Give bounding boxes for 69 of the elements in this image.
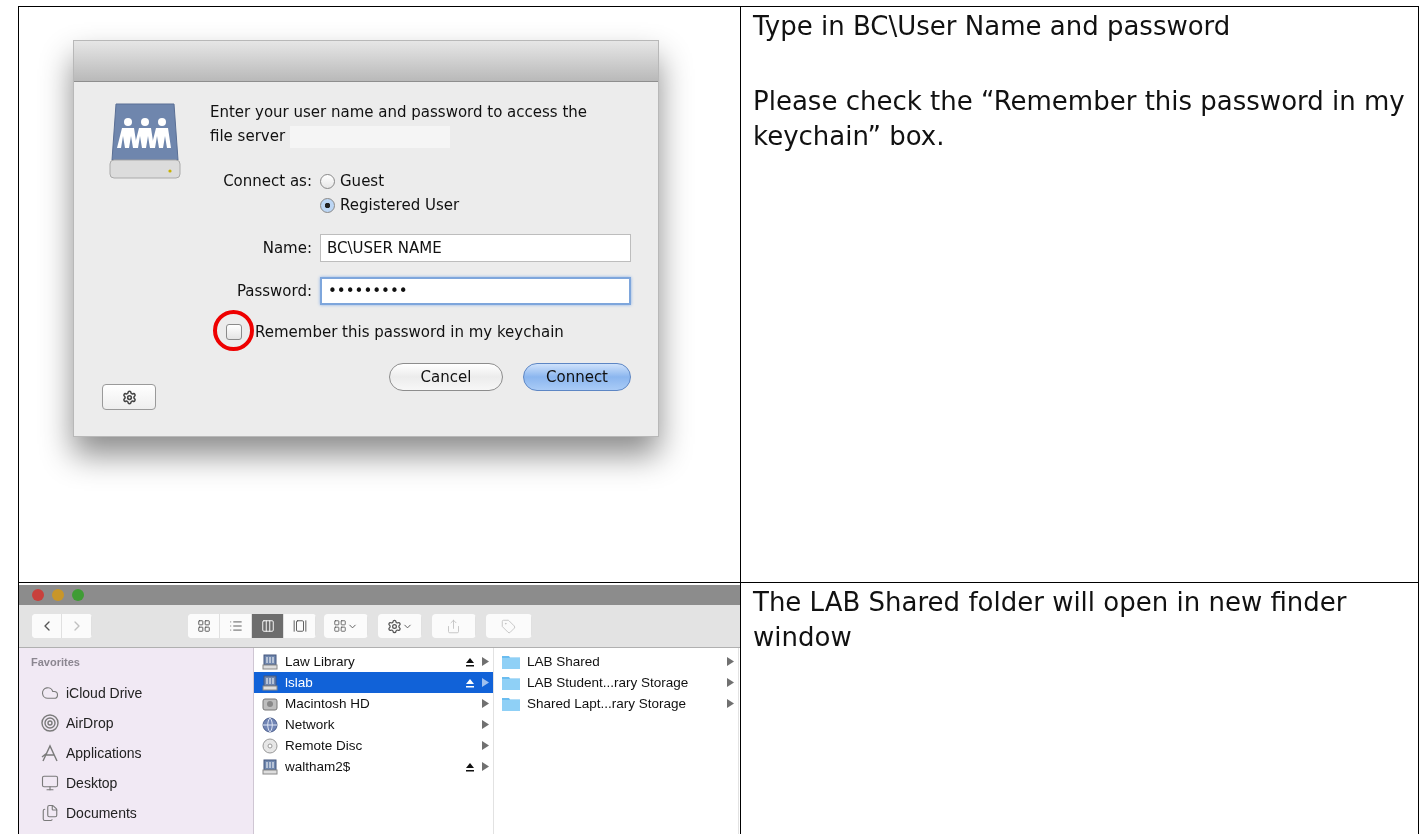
desktop-icon — [41, 774, 59, 792]
close-button[interactable] — [32, 589, 44, 601]
network-drive-icon — [108, 100, 182, 182]
sidebar-item[interactable]: Documents — [66, 805, 137, 821]
hard-drive-icon — [262, 695, 278, 712]
disclosure-arrow-icon — [482, 762, 489, 771]
instruction-text: The LAB Shared folder will open in new finder window — [753, 586, 1348, 654]
folder-icon — [502, 696, 520, 711]
cover-flow-icon — [292, 619, 307, 633]
radio-option[interactable]: Registered User — [320, 196, 460, 214]
gear-icon — [386, 618, 402, 634]
minimize-button[interactable] — [52, 589, 64, 601]
instruction-text: Please check the “Remember this password in my keychain” box. — [753, 85, 1406, 153]
documents-icon — [41, 804, 59, 822]
view-mode-button[interactable] — [188, 614, 220, 638]
disclosure-arrow-icon — [482, 657, 489, 666]
disclosure-arrow-icon — [482, 720, 489, 729]
dialog-message: Enter your user name and password to access the file server — [210, 100, 588, 148]
back-button[interactable] — [32, 614, 62, 638]
column-item[interactable]: Law Library — [254, 651, 493, 672]
connect-button[interactable]: Connect — [523, 363, 631, 391]
action-button[interactable] — [102, 384, 156, 410]
applications-icon — [41, 744, 59, 762]
checkbox[interactable] — [226, 324, 242, 340]
radio-option[interactable]: Guest — [320, 172, 385, 190]
field-label: Password: — [235, 282, 312, 300]
grid-icon — [333, 619, 347, 633]
column-item[interactable]: Network — [254, 714, 493, 735]
field-label: Name: — [261, 239, 312, 257]
sidebar-item[interactable]: Applications — [66, 745, 142, 761]
airdrop-icon — [41, 714, 59, 732]
connect-as-label: Connect as: — [222, 172, 312, 190]
checkbox-label: Remember this password in my keychain — [255, 323, 564, 341]
text-field[interactable]: ••••••••• — [320, 277, 631, 305]
view-mode-button[interactable] — [252, 614, 284, 638]
server-icon — [262, 653, 278, 670]
instruction-text: Type in BC\User Name and password — [753, 10, 1232, 43]
cancel-button[interactable]: Cancel — [389, 363, 503, 391]
server-icon — [262, 758, 278, 775]
folder-icon — [502, 675, 520, 690]
cloud-icon — [41, 684, 59, 702]
folder-item[interactable]: LAB Shared — [494, 651, 738, 672]
text-field[interactable]: BC\USER NAME — [320, 234, 631, 262]
list-view-icon — [228, 619, 243, 633]
sidebar-heading: Favorites — [31, 656, 81, 668]
column-item[interactable]: Remote Disc — [254, 735, 493, 756]
column-item[interactable]: Macintosh HD — [254, 693, 493, 714]
disclosure-arrow-icon — [727, 699, 734, 708]
disclosure-arrow-icon — [482, 678, 489, 687]
column-view-icon — [260, 619, 275, 633]
globe-icon — [262, 716, 278, 733]
column-item[interactable]: lslab — [254, 672, 493, 693]
disclosure-arrow-icon — [727, 657, 734, 666]
folder-item[interactable]: Shared Lapt...rary Storage — [494, 693, 738, 714]
gear-icon — [121, 389, 137, 405]
column-item[interactable]: waltham2$ — [254, 756, 493, 777]
folder-item[interactable]: LAB Student...rary Storage — [494, 672, 738, 693]
sidebar-item[interactable]: iCloud Drive — [66, 685, 143, 701]
disc-icon — [262, 737, 278, 754]
icon-view-icon — [196, 619, 211, 633]
sidebar-item[interactable]: AirDrop — [66, 715, 114, 731]
disclosure-arrow-icon — [482, 741, 489, 750]
sidebar-item[interactable]: Desktop — [66, 775, 118, 791]
tag-icon — [501, 618, 516, 634]
folder-icon — [502, 654, 520, 669]
server-icon — [262, 674, 278, 691]
share-icon — [446, 618, 461, 634]
disclosure-arrow-icon — [482, 699, 489, 708]
disclosure-arrow-icon — [727, 678, 734, 687]
